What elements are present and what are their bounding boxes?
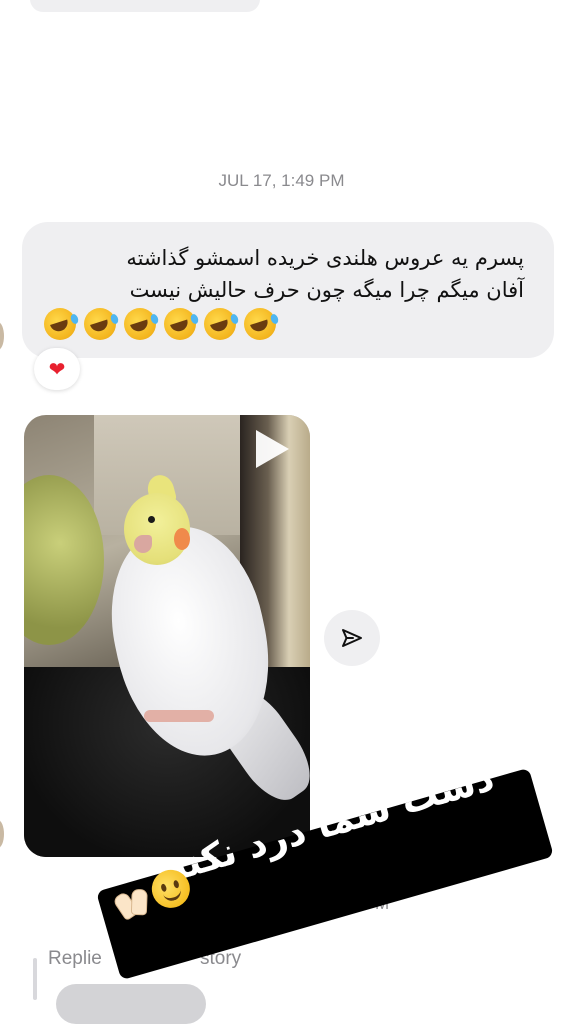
share-button[interactable]: [324, 610, 380, 666]
previous-message-bubble: [30, 0, 260, 12]
rofl-emoji-icon: [84, 308, 116, 340]
reply-indicator-bar: [33, 958, 37, 1000]
raised-hands-icon: [109, 879, 153, 922]
message-line-2: آفان میگم چرا میگه چون حرف حالیش نیست: [129, 278, 524, 302]
rofl-emoji-icon: [44, 308, 76, 340]
rofl-emoji-icon: [244, 308, 276, 340]
reaction-badge[interactable]: ❤: [34, 348, 80, 390]
play-icon[interactable]: [256, 430, 289, 468]
message-bubble[interactable]: پسرم یه عروس هلندی خریده اسمشو گذاشته آف…: [22, 222, 554, 358]
rofl-emoji-icon: [124, 308, 156, 340]
cockatiel-beak: [134, 535, 152, 553]
cockatiel-cheek: [174, 528, 190, 550]
rofl-emoji-icon: [164, 308, 196, 340]
message-line-1: پسرم یه عروس هلندی خریده اسمشو گذاشته: [126, 246, 524, 270]
cockatiel-eye: [148, 516, 155, 523]
emoji-row: [44, 308, 524, 340]
story-preview[interactable]: [56, 984, 206, 1024]
video-message[interactable]: [24, 415, 310, 857]
sender-avatar[interactable]: [0, 322, 4, 350]
send-icon: [342, 629, 362, 647]
cockatiel-feet: [144, 710, 214, 722]
date-separator: JUL 17, 1:49 PM: [218, 171, 345, 190]
smile-icon: [147, 865, 195, 913]
green-bird: [24, 475, 104, 645]
rofl-emoji-icon: [204, 308, 236, 340]
replied-to-story-label: Replie: [48, 948, 102, 969]
sender-avatar[interactable]: [0, 820, 4, 848]
heart-icon: ❤: [48, 357, 66, 381]
